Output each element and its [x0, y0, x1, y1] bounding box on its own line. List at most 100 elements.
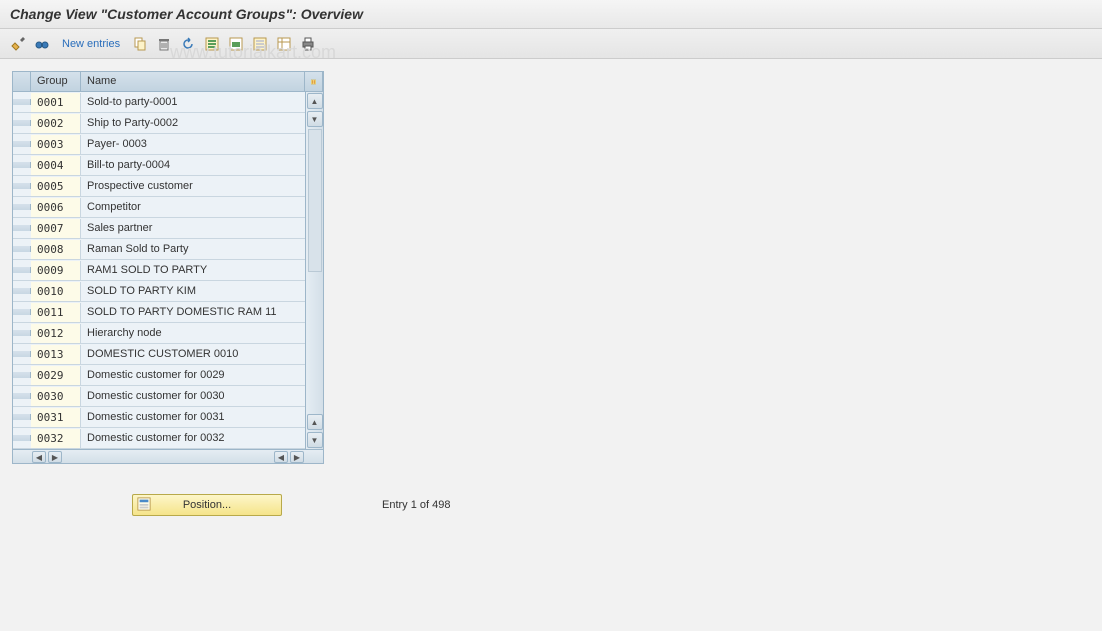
table-row[interactable]: 0013DOMESTIC CUSTOMER 0010	[13, 344, 323, 365]
row-selector[interactable]	[13, 393, 31, 399]
row-selector[interactable]	[13, 162, 31, 168]
select-all-button[interactable]	[202, 34, 222, 54]
row-selector[interactable]	[13, 225, 31, 231]
name-cell[interactable]: SOLD TO PARTY DOMESTIC RAM 11	[81, 303, 323, 321]
table-row[interactable]: 0031Domestic customer for 0031	[13, 407, 323, 428]
header-group[interactable]: Group	[31, 72, 81, 91]
find-button[interactable]	[32, 34, 52, 54]
row-selector[interactable]	[13, 99, 31, 105]
scroll-right-button[interactable]: ▶	[290, 451, 304, 463]
select-block-button[interactable]	[226, 34, 246, 54]
row-selector[interactable]	[13, 435, 31, 441]
name-cell[interactable]: Domestic customer for 0029	[81, 366, 323, 384]
row-selector[interactable]	[13, 414, 31, 420]
table-row[interactable]: 0008Raman Sold to Party	[13, 239, 323, 260]
name-cell[interactable]: Payer- 0003	[81, 135, 323, 153]
group-cell[interactable]: 0003	[31, 135, 81, 154]
group-cell[interactable]: 0013	[31, 345, 81, 364]
group-cell[interactable]: 0004	[31, 156, 81, 175]
row-selector[interactable]	[13, 330, 31, 336]
horizontal-scrollbar[interactable]: ◀ ▶ ◀ ▶	[13, 449, 323, 463]
name-cell[interactable]: Hierarchy node	[81, 324, 323, 342]
row-selector[interactable]	[13, 183, 31, 189]
scroll-left-step-button[interactable]: ◀	[274, 451, 288, 463]
table-row[interactable]: 0011SOLD TO PARTY DOMESTIC RAM 11	[13, 302, 323, 323]
table-row[interactable]: 0004Bill-to party-0004	[13, 155, 323, 176]
header-name[interactable]: Name	[81, 72, 305, 91]
group-cell[interactable]: 0029	[31, 366, 81, 385]
scroll-up-step-button[interactable]: ▲	[307, 414, 323, 430]
group-cell[interactable]: 0011	[31, 303, 81, 322]
name-cell[interactable]: Bill-to party-0004	[81, 156, 323, 174]
row-selector[interactable]	[13, 372, 31, 378]
row-selector[interactable]	[13, 204, 31, 210]
name-cell[interactable]: Ship to Party-0002	[81, 114, 323, 132]
new-entries-link[interactable]: New entries	[62, 38, 120, 50]
name-cell[interactable]: Raman Sold to Party	[81, 240, 323, 258]
group-cell[interactable]: 0001	[31, 93, 81, 112]
hscroll-track[interactable]	[63, 450, 273, 463]
name-cell[interactable]: Domestic customer for 0030	[81, 387, 323, 405]
undo-button[interactable]	[178, 34, 198, 54]
print-button[interactable]	[298, 34, 318, 54]
vertical-scrollbar[interactable]: ▲ ▼ ▲ ▼	[305, 92, 323, 449]
toggle-display-change-button[interactable]	[8, 34, 28, 54]
group-cell[interactable]: 0009	[31, 261, 81, 280]
table-row[interactable]: 0009RAM1 SOLD TO PARTY	[13, 260, 323, 281]
header-selector[interactable]	[13, 72, 31, 91]
row-selector[interactable]	[13, 141, 31, 147]
table-row[interactable]: 0003Payer- 0003	[13, 134, 323, 155]
group-cell[interactable]: 0032	[31, 429, 81, 448]
group-cell[interactable]: 0006	[31, 198, 81, 217]
name-cell[interactable]: SOLD TO PARTY KIM	[81, 282, 323, 300]
name-cell[interactable]: Prospective customer	[81, 177, 323, 195]
deselect-all-button[interactable]	[250, 34, 270, 54]
delete-button[interactable]	[154, 34, 174, 54]
header-config-button[interactable]	[305, 72, 323, 91]
group-cell[interactable]: 0007	[31, 219, 81, 238]
name-cell[interactable]: Domestic customer for 0032	[81, 429, 323, 447]
name-cell[interactable]: Sold-to party-0001	[81, 93, 323, 111]
scroll-right-step-button[interactable]: ▶	[48, 451, 62, 463]
group-cell[interactable]: 0012	[31, 324, 81, 343]
position-icon	[137, 497, 151, 514]
table-row[interactable]: 0012Hierarchy node	[13, 323, 323, 344]
table-row[interactable]: 0032Domestic customer for 0032	[13, 428, 323, 449]
scroll-down-button[interactable]: ▼	[307, 432, 323, 448]
group-cell[interactable]: 0010	[31, 282, 81, 301]
scroll-thumb-area[interactable]	[308, 129, 322, 272]
table-settings-button[interactable]	[274, 34, 294, 54]
name-cell[interactable]: Sales partner	[81, 219, 323, 237]
row-selector[interactable]	[13, 351, 31, 357]
row-selector[interactable]	[13, 309, 31, 315]
group-cell[interactable]: 0008	[31, 240, 81, 259]
position-button[interactable]: Position...	[132, 494, 282, 516]
group-cell[interactable]: 0002	[31, 114, 81, 133]
table-row[interactable]: 0007Sales partner	[13, 218, 323, 239]
group-cell[interactable]: 0031	[31, 408, 81, 427]
group-cell[interactable]: 0030	[31, 387, 81, 406]
table-row[interactable]: 0005Prospective customer	[13, 176, 323, 197]
scroll-up-button[interactable]: ▲	[307, 93, 323, 109]
select-all-icon	[204, 36, 220, 52]
row-selector[interactable]	[13, 288, 31, 294]
table-body: 0001Sold-to party-00010002Ship to Party-…	[13, 92, 323, 449]
table-container: Group Name 0001Sold-to party-00010002Shi…	[12, 71, 324, 464]
name-cell[interactable]: RAM1 SOLD TO PARTY	[81, 261, 323, 279]
name-cell[interactable]: Domestic customer for 0031	[81, 408, 323, 426]
table-row[interactable]: 0001Sold-to party-0001	[13, 92, 323, 113]
table-row[interactable]: 0030Domestic customer for 0030	[13, 386, 323, 407]
copy-button[interactable]	[130, 34, 150, 54]
scroll-left-button[interactable]: ◀	[32, 451, 46, 463]
scroll-down-step-button[interactable]: ▼	[307, 111, 323, 127]
table-row[interactable]: 0010SOLD TO PARTY KIM	[13, 281, 323, 302]
row-selector[interactable]	[13, 246, 31, 252]
table-row[interactable]: 0006Competitor	[13, 197, 323, 218]
name-cell[interactable]: DOMESTIC CUSTOMER 0010	[81, 345, 323, 363]
table-row[interactable]: 0002Ship to Party-0002	[13, 113, 323, 134]
name-cell[interactable]: Competitor	[81, 198, 323, 216]
row-selector[interactable]	[13, 267, 31, 273]
table-row[interactable]: 0029Domestic customer for 0029	[13, 365, 323, 386]
group-cell[interactable]: 0005	[31, 177, 81, 196]
row-selector[interactable]	[13, 120, 31, 126]
